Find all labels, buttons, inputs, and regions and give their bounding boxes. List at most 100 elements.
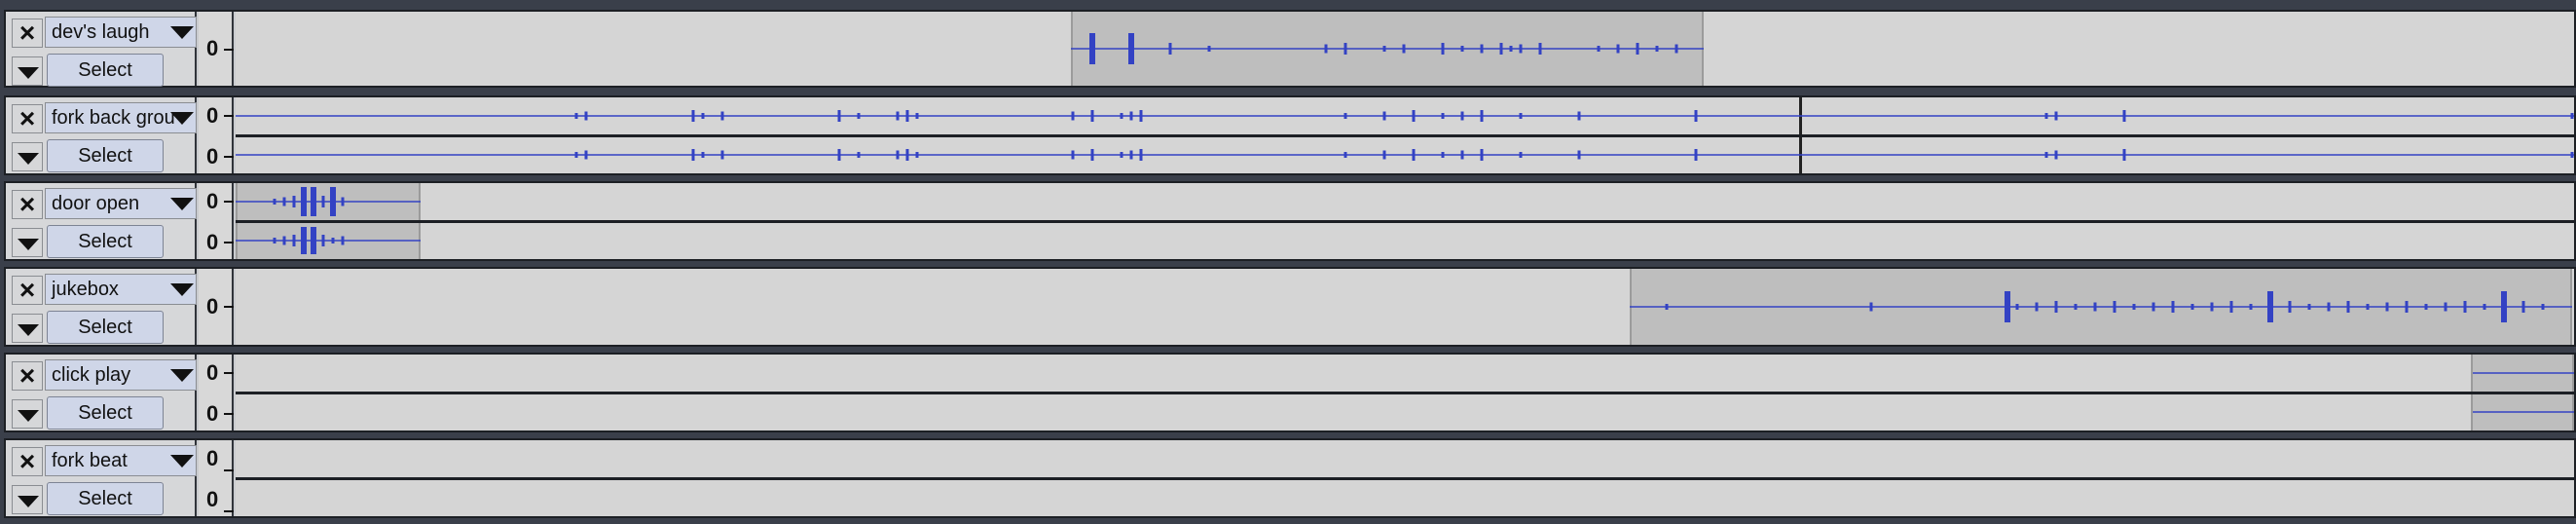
- track-name-label: dev's laugh: [52, 21, 150, 43]
- waveform-burst: [2210, 302, 2214, 312]
- track-jukebox: × jukebox Select 0: [4, 267, 2576, 347]
- close-icon[interactable]: ×: [12, 276, 43, 305]
- audio-lane-right[interactable]: [236, 394, 2574, 430]
- ruler-tick: [224, 372, 234, 374]
- chevron-down-icon[interactable]: [170, 283, 194, 296]
- ruler-tick: [224, 201, 234, 203]
- chevron-down-icon[interactable]: [170, 112, 194, 125]
- chevron-down-icon[interactable]: [170, 26, 194, 39]
- waveform-burst: [1382, 111, 1386, 121]
- waveform-burst: [2229, 301, 2233, 313]
- waveform-burst: [1343, 43, 1347, 55]
- collapse-icon[interactable]: [12, 314, 43, 343]
- audio-lane[interactable]: [236, 269, 2574, 345]
- select-button[interactable]: Select: [47, 225, 164, 258]
- audio-lane-right[interactable]: [236, 137, 2574, 173]
- select-button[interactable]: Select: [47, 396, 164, 430]
- track-control-panel: × jukebox Select: [6, 269, 197, 345]
- waveform-burst: [574, 152, 578, 158]
- ruler-zero-label: 0: [206, 294, 219, 318]
- waveform-burst: [1343, 152, 1347, 158]
- select-button[interactable]: Select: [47, 139, 164, 172]
- close-icon[interactable]: ×: [12, 447, 43, 476]
- track-name-menu[interactable]: click play: [45, 359, 197, 391]
- waveform-burst: [1441, 43, 1445, 55]
- track-name-menu[interactable]: jukebox: [45, 274, 197, 305]
- waveform-burst: [2570, 113, 2574, 119]
- close-icon[interactable]: ×: [12, 361, 43, 391]
- waveform-burst: [1694, 110, 1698, 122]
- waveform-burst: [2122, 149, 2126, 161]
- waveform-burst: [1129, 150, 1133, 160]
- audio-lane-right[interactable]: [236, 223, 2574, 259]
- waveform-burst: [1636, 43, 1639, 55]
- waveform-burst: [1120, 113, 1123, 119]
- waveform-burst: [905, 110, 909, 122]
- audio-lane-left[interactable]: [236, 440, 2574, 477]
- audio-lane[interactable]: [236, 12, 2574, 86]
- waveform: [236, 187, 421, 216]
- waveform-burst: [1577, 150, 1581, 160]
- track-name-menu[interactable]: fork beat: [45, 445, 197, 476]
- ruler-zero-label: 0: [206, 103, 219, 128]
- waveform-burst: [691, 110, 695, 122]
- collapse-icon[interactable]: [12, 142, 43, 171]
- track-name-label: door open: [52, 193, 140, 214]
- waveform-burst: [2541, 304, 2545, 310]
- waveform-burst: [301, 227, 307, 254]
- waveform-burst: [2171, 301, 2175, 313]
- waveform-burst: [915, 152, 919, 158]
- waveform-burst: [2346, 301, 2350, 313]
- select-button[interactable]: Select: [47, 311, 164, 344]
- amplitude-ruler: 0 0: [199, 183, 234, 259]
- waveform-burst: [2054, 150, 2058, 160]
- track-name-menu[interactable]: fork back grou: [45, 102, 197, 133]
- waveform-burst: [2113, 301, 2116, 313]
- ruler-tick: [224, 49, 234, 51]
- waveform-burst: [1441, 152, 1445, 158]
- audio-lane-right[interactable]: [236, 480, 2574, 516]
- waveform-burst: [1382, 150, 1386, 160]
- close-icon[interactable]: ×: [12, 190, 43, 219]
- waveform-burst: [2444, 302, 2447, 312]
- chevron-down-icon[interactable]: [170, 369, 194, 382]
- track-name-label: fork beat: [52, 450, 128, 471]
- track-name-menu[interactable]: door open: [45, 188, 197, 219]
- waveform-burst: [2521, 301, 2525, 313]
- collapse-icon[interactable]: [12, 485, 43, 514]
- waveform-burst: [321, 235, 325, 246]
- chevron-down-icon[interactable]: [170, 198, 194, 210]
- waveform-burst: [2122, 110, 2126, 122]
- waveform-burst: [2570, 152, 2574, 158]
- track-control-panel: × dev's laugh Select: [6, 12, 197, 87]
- waveform-burst: [2366, 304, 2370, 310]
- select-button[interactable]: Select: [47, 54, 164, 87]
- waveform-burst: [1499, 43, 1503, 55]
- waveform-burst: [341, 197, 345, 206]
- collapse-icon[interactable]: [12, 56, 43, 86]
- waveform-burst: [1460, 111, 1464, 121]
- collapse-icon[interactable]: [12, 399, 43, 429]
- chevron-down-icon[interactable]: [170, 455, 194, 468]
- close-icon[interactable]: ×: [12, 19, 43, 48]
- waveform-burst: [2385, 302, 2389, 312]
- waveform-burst: [1460, 46, 1464, 52]
- audio-lane-left[interactable]: [236, 355, 2574, 392]
- waveform-burst: [1480, 110, 1484, 122]
- waveform-burst: [720, 150, 724, 160]
- waveform-burst: [701, 113, 705, 119]
- waveform-burst: [905, 149, 909, 161]
- waveform: [1630, 291, 2572, 322]
- ruler-tick: [224, 306, 234, 308]
- waveform-burst: [1168, 43, 1172, 55]
- select-button[interactable]: Select: [47, 482, 164, 515]
- waveform-burst: [1207, 46, 1211, 52]
- close-icon[interactable]: ×: [12, 104, 43, 133]
- audio-lane-left[interactable]: [236, 97, 2574, 134]
- waveform-burst: [2054, 301, 2058, 313]
- ruler-zero-label: 0: [206, 360, 219, 385]
- collapse-icon[interactable]: [12, 228, 43, 257]
- audio-lane-left[interactable]: [236, 183, 2574, 220]
- waveform-burst: [1441, 113, 1445, 119]
- track-name-menu[interactable]: dev's laugh: [45, 17, 197, 48]
